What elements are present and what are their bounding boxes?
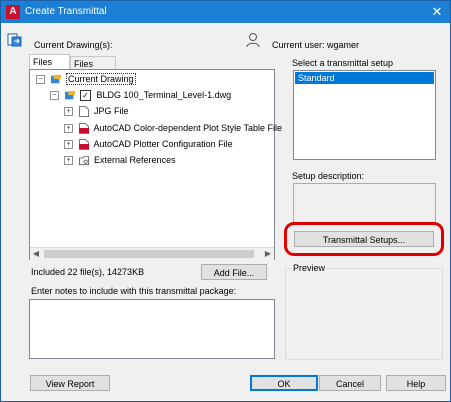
tab-files-tree[interactable]: Files Tree: [29, 54, 70, 81]
xref-folder-icon: [78, 156, 89, 166]
view-report-button[interactable]: View Report: [30, 375, 110, 391]
expand-toggle[interactable]: +: [64, 140, 73, 150]
select-setup-label: Select a transmittal setup: [292, 58, 394, 68]
tree-item-label: JPG File: [94, 106, 129, 116]
scroll-right-arrow[interactable]: ▶: [262, 248, 274, 260]
window-title: Create Transmittal: [25, 6, 107, 17]
setup-description-box: [293, 183, 436, 225]
collapse-toggle[interactable]: −: [36, 75, 45, 85]
expand-toggle[interactable]: +: [64, 156, 73, 166]
add-file-button[interactable]: Add File...: [201, 264, 267, 280]
cancel-button[interactable]: Cancel: [319, 375, 381, 391]
user-icon: [246, 33, 260, 48]
scroll-left-arrow[interactable]: ◀: [30, 248, 42, 260]
notes-textarea[interactable]: [29, 299, 275, 359]
include-drawing-checkbox[interactable]: ✓: [80, 90, 92, 102]
transmittal-setups-button[interactable]: Transmittal Setups...: [294, 231, 434, 247]
tab-files-table[interactable]: Files Table: [70, 56, 116, 83]
close-button[interactable]: ✕: [428, 3, 446, 21]
setup-option-standard[interactable]: Standard: [295, 72, 434, 84]
transmittal-icon: [7, 33, 22, 47]
tree-item-label: External References: [94, 155, 176, 165]
drawing-label: BLDG 100_Terminal_Level-1.dwg: [96, 90, 232, 100]
expand-toggle[interactable]: +: [64, 124, 73, 134]
tree-root-current-drawing[interactable]: − Current Drawing: [36, 73, 136, 85]
tree-item-label: AutoCAD Color-dependent Plot Style Table…: [93, 123, 282, 133]
setup-description-label: Setup description:: [292, 171, 365, 181]
tree-item-pc3[interactable]: + AutoCAD Plotter Configuration File: [64, 138, 233, 151]
tree-horizontal-scrollbar[interactable]: ◀ ▶: [30, 247, 274, 260]
preview-label: Preview: [291, 263, 328, 273]
preview-group: [285, 268, 443, 360]
title-bar[interactable]: A Create Transmittal ✕: [1, 1, 450, 23]
autocad-logo-icon: A: [6, 5, 20, 19]
tree-item-label: AutoCAD Plotter Configuration File: [93, 139, 233, 149]
transmittal-setup-list[interactable]: Standard: [293, 70, 436, 160]
scroll-thumb[interactable]: [44, 250, 254, 258]
current-drawings-label: Current Drawing(s):: [34, 40, 113, 50]
tree-item-jpg[interactable]: + JPG File: [64, 105, 129, 118]
create-transmittal-dialog: A Create Transmittal ✕ Current Drawing(s…: [0, 0, 451, 402]
included-files-summary: Included 22 file(s), 14273KB: [31, 267, 145, 277]
notes-label: Enter notes to include with this transmi…: [31, 286, 237, 296]
current-drawing-icon: [50, 75, 61, 84]
dwg-file-icon: [64, 91, 75, 100]
ok-button[interactable]: OK: [250, 375, 318, 391]
ctb-file-icon: [78, 123, 89, 135]
pc3-file-icon: [78, 139, 89, 151]
tree-root-label: Current Drawing: [66, 73, 136, 85]
expand-toggle[interactable]: +: [64, 107, 73, 117]
jpg-file-icon: [78, 106, 89, 118]
tree-item-ctb[interactable]: + AutoCAD Color-dependent Plot Style Tab…: [64, 122, 282, 135]
collapse-toggle[interactable]: −: [50, 91, 59, 101]
tree-item-drawing[interactable]: − ✓ BLDG 100_Terminal_Level-1.dwg: [50, 89, 232, 102]
help-button[interactable]: Help: [386, 375, 446, 391]
current-user-label: Current user: wgamer: [272, 40, 360, 50]
tree-item-xrefs[interactable]: + External References: [64, 154, 176, 166]
